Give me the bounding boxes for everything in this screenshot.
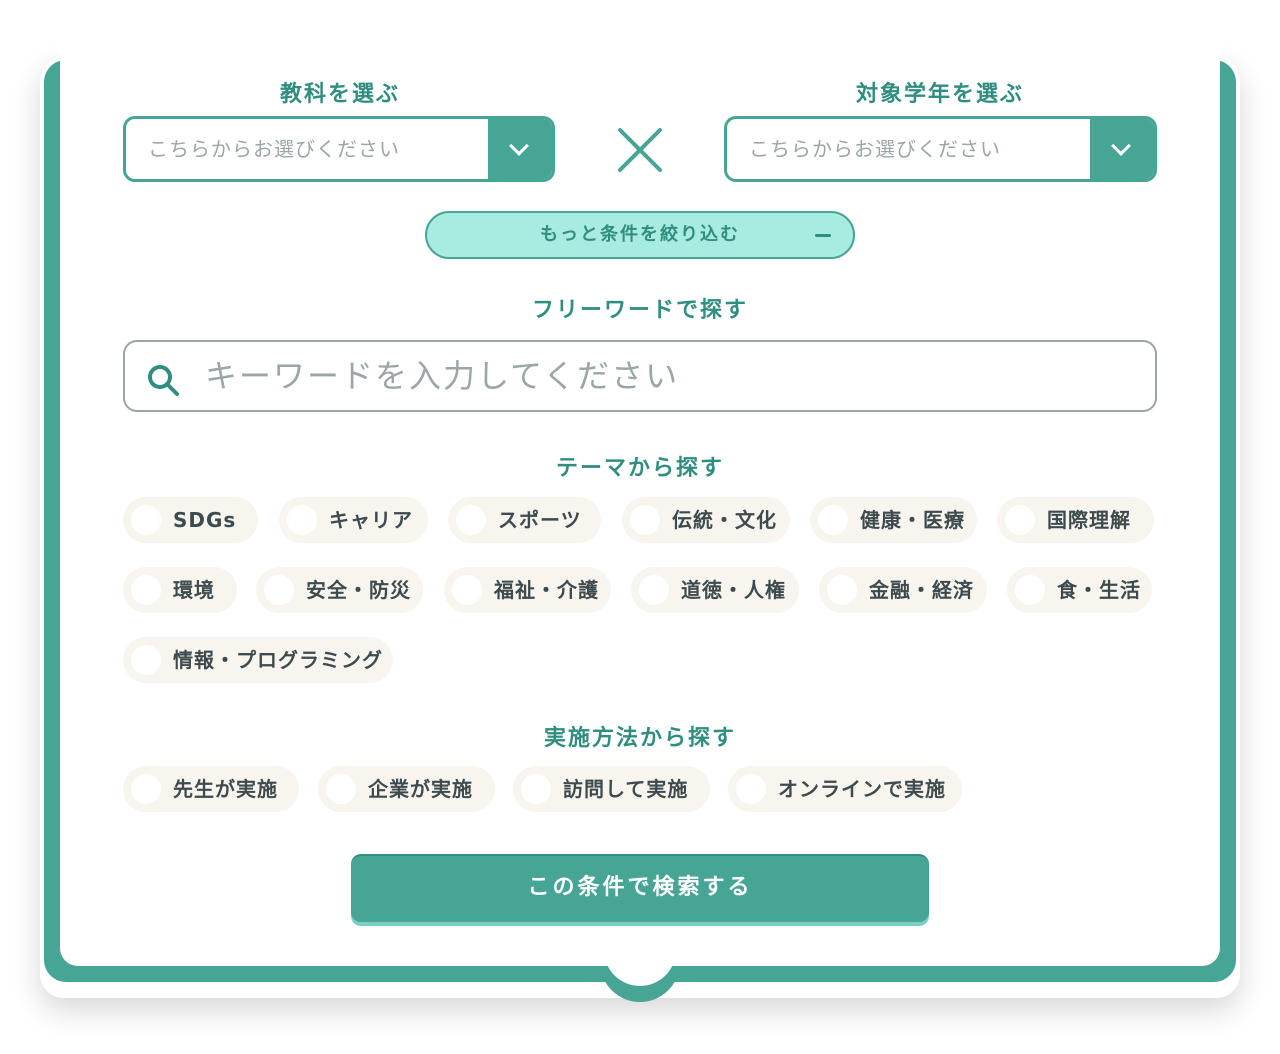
chevron-down-icon bbox=[509, 136, 529, 156]
search-submit-label: この条件で検索する bbox=[527, 875, 753, 900]
theme-chip-label: 国際理解 bbox=[1047, 508, 1131, 532]
theme-chip-food[interactable]: 食・生活 bbox=[1007, 567, 1152, 613]
theme-chip-finance[interactable]: 金融・経済 bbox=[819, 567, 987, 613]
search-icon bbox=[148, 365, 179, 396]
theme-chip-environment[interactable]: 環境 bbox=[123, 567, 237, 613]
theme-heading: テーマから探す bbox=[555, 456, 724, 481]
radio-button[interactable] bbox=[1015, 575, 1045, 605]
theme-chip-label: キャリア bbox=[329, 508, 413, 532]
method-chip-label: 訪問して実施 bbox=[563, 777, 689, 801]
grade-select[interactable]: こちらからお選びください bbox=[724, 116, 1157, 182]
grade-heading: 対象学年を選ぶ bbox=[855, 82, 1024, 107]
method-chip-label: オンラインで実施 bbox=[778, 777, 946, 801]
theme-chip-label: 道徳・人権 bbox=[681, 578, 786, 602]
radio-button[interactable] bbox=[264, 575, 294, 605]
method-chip-label: 先生が実施 bbox=[173, 777, 278, 801]
radio-button[interactable] bbox=[456, 505, 486, 535]
theme-chip-label: 食・生活 bbox=[1057, 578, 1141, 602]
grade-dropdown-button[interactable] bbox=[1090, 119, 1154, 179]
theme-chip-label: 伝統・文化 bbox=[672, 508, 777, 532]
radio-button[interactable] bbox=[736, 774, 766, 804]
theme-chip-label: 安全・防災 bbox=[306, 578, 411, 602]
cross-icon bbox=[618, 128, 662, 172]
theme-chip-label: 環境 bbox=[173, 578, 215, 602]
narrow-conditions-label: もっと条件を絞り込む bbox=[540, 224, 740, 245]
method-chip-label: 企業が実施 bbox=[368, 777, 473, 801]
theme-chip-programming[interactable]: 情報・プログラミング bbox=[123, 637, 393, 683]
theme-chip-label: 金融・経済 bbox=[869, 578, 974, 602]
radio-button[interactable] bbox=[452, 575, 482, 605]
theme-chip-international[interactable]: 国際理解 bbox=[997, 497, 1154, 543]
search-submit-button[interactable]: この条件で検索する bbox=[351, 854, 929, 922]
subject-select-placeholder: こちらからお選びください bbox=[148, 137, 400, 161]
radio-button[interactable] bbox=[131, 645, 161, 675]
subject-heading: 教科を選ぶ bbox=[279, 82, 400, 107]
theme-chip-label: 情報・プログラミング bbox=[173, 648, 383, 672]
radio-button[interactable] bbox=[131, 774, 161, 804]
radio-button[interactable] bbox=[639, 575, 669, 605]
keyword-input[interactable] bbox=[205, 348, 1135, 404]
theme-chip-label: 健康・医療 bbox=[860, 508, 965, 532]
theme-chip-tradition[interactable]: 伝統・文化 bbox=[622, 497, 790, 543]
theme-chip-label: スポーツ bbox=[498, 508, 582, 532]
radio-button[interactable] bbox=[287, 505, 317, 535]
method-heading: 実施方法から探す bbox=[543, 726, 736, 751]
freeword-heading: フリーワードで探す bbox=[531, 298, 748, 323]
subject-dropdown-button[interactable] bbox=[488, 119, 552, 179]
theme-chip-sports[interactable]: スポーツ bbox=[448, 497, 601, 543]
grade-select-placeholder: こちらからお選びください bbox=[749, 137, 1001, 161]
radio-button[interactable] bbox=[827, 575, 857, 605]
narrow-conditions-toggle[interactable]: もっと条件を絞り込む bbox=[425, 211, 855, 259]
radio-button[interactable] bbox=[1005, 505, 1035, 535]
theme-chip-health[interactable]: 健康・医療 bbox=[810, 497, 977, 543]
radio-button[interactable] bbox=[131, 505, 161, 535]
keyword-field[interactable] bbox=[123, 340, 1157, 412]
method-chip-visit[interactable]: 訪問して実施 bbox=[513, 766, 710, 812]
method-chip-company[interactable]: 企業が実施 bbox=[318, 766, 495, 812]
theme-chip-career[interactable]: キャリア bbox=[279, 497, 428, 543]
theme-chip-label: 福祉・介護 bbox=[494, 578, 599, 602]
method-chip-teacher[interactable]: 先生が実施 bbox=[123, 766, 299, 812]
theme-chip-welfare[interactable]: 福祉・介護 bbox=[444, 567, 611, 613]
theme-chip-morality[interactable]: 道徳・人権 bbox=[631, 567, 799, 613]
subject-select[interactable]: こちらからお選びください bbox=[123, 116, 555, 182]
radio-button[interactable] bbox=[818, 505, 848, 535]
minus-icon bbox=[815, 234, 831, 237]
theme-chip-sdgs[interactable]: SDGs bbox=[123, 497, 258, 543]
radio-button[interactable] bbox=[521, 774, 551, 804]
chevron-down-icon bbox=[1111, 136, 1131, 156]
theme-chip-label: SDGs bbox=[173, 508, 237, 532]
radio-button[interactable] bbox=[326, 774, 356, 804]
theme-chip-safety[interactable]: 安全・防災 bbox=[256, 567, 423, 613]
method-chip-online[interactable]: オンラインで実施 bbox=[728, 766, 962, 812]
radio-button[interactable] bbox=[131, 575, 161, 605]
radio-button[interactable] bbox=[630, 505, 660, 535]
